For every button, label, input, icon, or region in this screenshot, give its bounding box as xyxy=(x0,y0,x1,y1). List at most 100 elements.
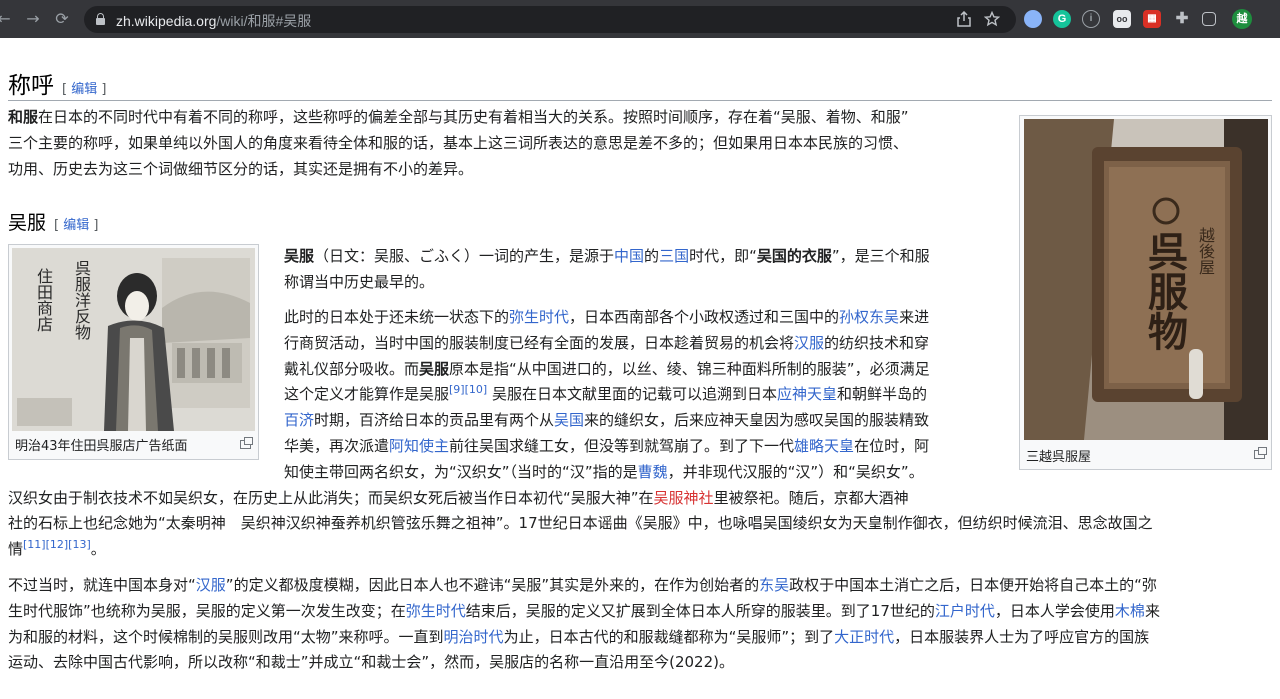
enlarge-icon[interactable] xyxy=(240,437,253,449)
text-run: ，日本服装界人士为了呼应官方的国族 xyxy=(894,627,1150,646)
advert-image-text-2: 呉服洋反物 xyxy=(72,260,91,340)
wiki-link[interactable]: 孙权东吴 xyxy=(839,308,899,326)
share-icon[interactable] xyxy=(956,10,972,27)
text-run: 三个主要的称呼，如果单纯以外国人的角度来看待全体和服的话，基本上这三词所表达的意… xyxy=(8,133,909,152)
wiki-link[interactable]: 百济 xyxy=(284,411,314,429)
red-extension-icon[interactable]: ▦ xyxy=(1143,10,1161,28)
wiki-link[interactable]: 中国 xyxy=(614,247,644,265)
text-run: （日文：吴服、ごふく）一词的产生，是源于 xyxy=(314,247,615,265)
text-run: ，日本西南部各个小政权透过和三国中的 xyxy=(569,308,840,326)
text-run: ，日本人学会使用 xyxy=(994,601,1115,620)
wiki-link[interactable]: 弥生时代 xyxy=(509,308,569,326)
text-run: 戴礼仪部分吸收。而 xyxy=(284,359,420,378)
wiki-link[interactable]: 三国 xyxy=(659,247,689,265)
text-run: 运动、去除中国古代影响，所以改称“和裁士”并成立“和裁士会”，然而，吴服店的名称… xyxy=(8,653,734,672)
edit-link[interactable]: 编辑 xyxy=(63,218,89,233)
edit-link-wrapper: [ 编辑 ] xyxy=(62,82,107,97)
wiki-link[interactable]: 汉服 xyxy=(794,334,824,352)
wufu-paragraph-2: 此时的日本处于还未统一状态下的弥生时代，日本西南部各个小政权透过和三国中的孙权东… xyxy=(8,305,1153,563)
bold-term: 吴服 xyxy=(284,247,315,265)
text-run: 的纺织技术和穿 xyxy=(824,333,930,352)
text-run: 生时代服饰”也统称为吴服，吴服的定义第一次发生改变；在 xyxy=(8,601,406,620)
mitsukoshi-image-text-2: 越後屋 xyxy=(1196,227,1215,275)
text-run: 前往吴国求缝工女，但没等到就驾崩了。到了下一代 xyxy=(449,436,795,455)
profile-avatar[interactable]: 越 xyxy=(1232,9,1252,29)
wufu-paragraph-3: 不过当时，就连中国本身对“汉服”的定义都极度模糊，因此日本人也不避讳“吴服”其实… xyxy=(8,573,1160,676)
url-path: /wiki/和服#吴服 xyxy=(216,13,312,29)
wiki-link[interactable]: 曹魏 xyxy=(638,463,668,481)
text-run: 吴服在日本文献里面的记载可以追溯到日本 xyxy=(487,385,777,404)
text-run: 华美，再次派遣 xyxy=(284,436,390,455)
text-run: 里被祭祀。随后，京都大酒神 xyxy=(713,488,909,507)
text-run: 知使主带回两名织女，为“汉织女”（当时的“汉”指的是 xyxy=(284,462,638,481)
advert-image-text-1: 住田商店 xyxy=(34,268,53,332)
text-run: 不过当时，就连中国本身对“ xyxy=(8,576,196,594)
extensions-puzzle-icon[interactable]: ✚ xyxy=(1173,10,1191,28)
citation-link[interactable]: [11][12][13] xyxy=(23,538,91,551)
edit-link-wrapper: [ 编辑 ] xyxy=(54,218,99,233)
grammarly-extension-icon[interactable]: G xyxy=(1053,10,1071,28)
citation-link[interactable]: [9][10] xyxy=(449,383,487,396)
text-run: 和朝鲜半岛的 xyxy=(836,385,927,404)
text-run: 此时的日本处于还未统一状态下的 xyxy=(284,308,510,326)
text-run: 为和服的材料，这个时候棉制的吴服则改用“太物”来称呼。一直到 xyxy=(8,627,444,646)
reload-icon[interactable]: ⟳ xyxy=(52,9,72,29)
wiki-link[interactable]: 东吴 xyxy=(759,576,789,594)
missing-article-link[interactable]: 吴服神社 xyxy=(654,489,714,507)
text-run: 时代，即“ xyxy=(689,247,757,265)
edit-link[interactable]: 编辑 xyxy=(71,82,97,97)
info-extension-icon[interactable]: i xyxy=(1082,10,1100,28)
text-run: 来 xyxy=(1144,601,1160,620)
section-heading-wufu: 吴服 [ 编辑 ] xyxy=(8,208,98,235)
text-run: 的 xyxy=(644,247,660,265)
wiki-link[interactable]: 明治时代 xyxy=(444,628,504,646)
text-run: ”，是三个和服 xyxy=(831,247,930,265)
bold-term: 和服 xyxy=(8,108,39,126)
side-panel-icon[interactable] xyxy=(1202,12,1216,26)
citation-ref: [9][10] xyxy=(449,383,487,396)
text-run: 来的缝织女，后来应神天皇因为感叹吴国的服装精致 xyxy=(584,411,930,430)
text-run: ”的定义都极度模糊，因此日本人也不避讳“吴服”其实是外来的，在作为创始者的 xyxy=(225,576,760,594)
extension-circle-icon[interactable] xyxy=(1024,10,1042,28)
text-run: 情 xyxy=(8,540,24,559)
chenghu-paragraph: 和服在日本的不同时代中有着不同的称呼，这些称呼的偏差全部与其历史有着相当大的关系… xyxy=(8,105,909,182)
section-title: 吴服 xyxy=(8,212,47,234)
advert-image[interactable]: 住田商店 呉服洋反物 xyxy=(12,248,255,431)
text-run: 在日本的不同时代中有着不同的称呼，这些称呼的偏差全部与其历史有着相当大的关系。按… xyxy=(38,108,909,126)
wiki-link[interactable]: 应神天皇 xyxy=(777,385,837,403)
wiki-link[interactable]: 汉服 xyxy=(196,576,226,594)
enlarge-icon[interactable] xyxy=(1254,447,1267,459)
text-run: 这个定义才能算作是吴服 xyxy=(284,385,450,404)
text-run: 为止，日本古代的和服裁缝都称为“吴服师”；到了 xyxy=(503,627,835,646)
figure-advert: 住田商店 呉服洋反物 明治43年住田呉服店广告纸面 xyxy=(8,244,259,460)
text-run: 功用、历史去为这三个词做细节区分的话，其实还是拥有不小的差异。 xyxy=(8,159,474,178)
text-run: 社的石标上也纪念她为“太秦明神 吴织神汉织神蚕养机织管弦乐舞之祖神”。17世纪日… xyxy=(8,514,1153,533)
address-bar[interactable]: zh.wikipedia.org/wiki/和服#吴服 xyxy=(84,6,1016,33)
wiki-link[interactable]: 吴国 xyxy=(554,411,584,429)
wufu-paragraph-1: 吴服（日文：吴服、ごふく）一词的产生，是源于中国的三国时代，即“吴国的衣服”，是… xyxy=(284,244,930,296)
url-host: zh.wikipedia.org xyxy=(116,13,217,29)
reader-extension-icon[interactable]: oo xyxy=(1113,10,1131,28)
section-title: 称呼 xyxy=(8,73,54,99)
wiki-link[interactable]: 雄略天皇 xyxy=(794,437,854,455)
text-run: 来进 xyxy=(899,308,930,326)
wiki-link[interactable]: 阿知使主 xyxy=(389,437,449,455)
text-run: 称谓当中历史最早的。 xyxy=(284,272,435,291)
text-run: 时期，百济给日本的贡品里有两个从 xyxy=(314,411,555,430)
wiki-link[interactable]: 江户时代 xyxy=(935,602,995,620)
back-icon[interactable]: ← xyxy=(0,9,14,29)
bookmark-star-icon[interactable] xyxy=(983,10,1001,27)
url-text[interactable]: zh.wikipedia.org/wiki/和服#吴服 xyxy=(116,11,311,31)
citation-ref: [11][12][13] xyxy=(23,538,91,551)
wiki-link[interactable]: 弥生时代 xyxy=(406,602,466,620)
wiki-link[interactable]: 大正时代 xyxy=(834,628,894,646)
forward-icon[interactable]: → xyxy=(23,9,43,29)
text-run: ，并非现代汉服的“汉”）和“吴织女”。 xyxy=(667,462,924,481)
text-run: 在位时，阿 xyxy=(854,436,930,455)
advert-caption: 明治43年住田呉服店广告纸面 xyxy=(15,439,188,454)
section-heading-chenghu: 称呼 [ 编辑 ] xyxy=(8,66,106,100)
lock-icon[interactable] xyxy=(96,13,105,25)
text-run: 政权于中国本土消亡之后，日本便开始将自己本土的“弥 xyxy=(789,576,1157,594)
bold-term: 吴服 xyxy=(419,359,450,378)
wiki-link[interactable]: 木棉 xyxy=(1115,602,1145,620)
